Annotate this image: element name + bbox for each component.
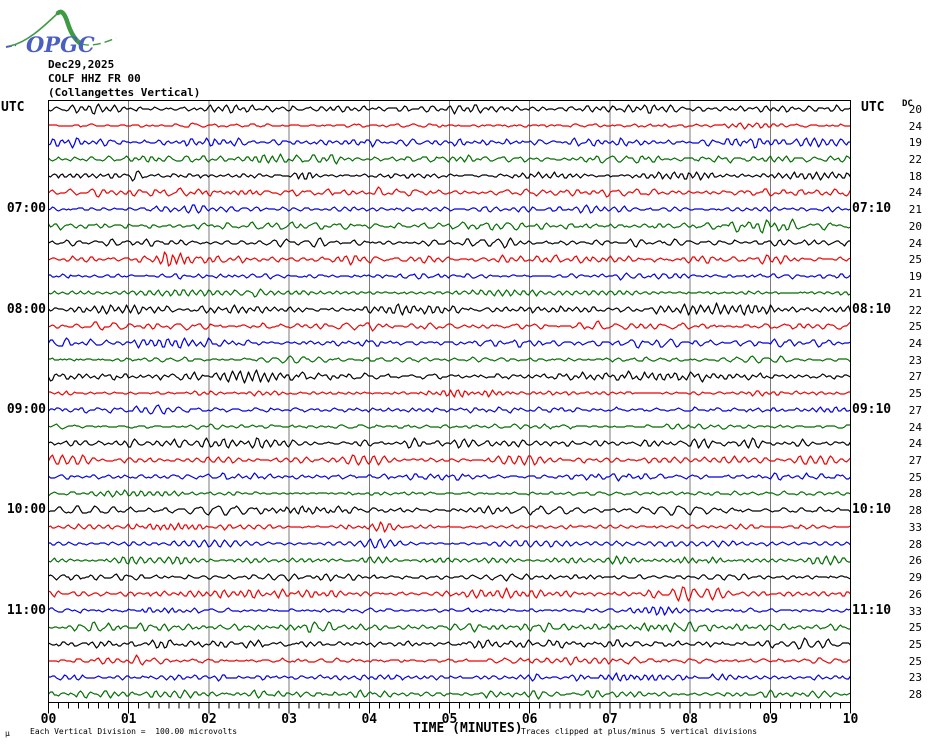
dc-value: 19	[908, 270, 922, 284]
dc-value: 28	[908, 487, 922, 501]
dc-value: 26	[908, 554, 922, 568]
dc-value: 24	[908, 437, 922, 451]
dc-value: 29	[908, 571, 922, 585]
hour-label-left: 11:00	[6, 602, 46, 618]
hour-label-left: 10:00	[6, 502, 46, 518]
dc-value: 23	[908, 671, 922, 685]
dc-value: 28	[908, 504, 922, 518]
dc-value: 26	[908, 587, 922, 601]
x-tick-label: 00	[40, 712, 57, 727]
dc-value: 28	[908, 537, 922, 551]
footer-scale-note: Each Vertical Division = 100.00 microvol…	[30, 727, 238, 736]
dc-value: 25	[908, 654, 922, 668]
dc-value: 22	[908, 303, 922, 317]
footer-mu-mark: µ	[5, 729, 10, 738]
dc-value: 33	[908, 604, 922, 618]
dc-value: 33	[908, 520, 922, 534]
dc-value: 25	[908, 621, 922, 635]
dc-value: 24	[908, 119, 922, 133]
dc-value: 25	[908, 253, 922, 267]
hour-label-left: 07:00	[6, 201, 46, 217]
hour-label-left: 09:00	[6, 401, 46, 417]
x-tick-label: 03	[281, 712, 297, 727]
dc-value: 27	[908, 454, 922, 468]
dc-value: 25	[908, 470, 922, 484]
x-tick-label: 09	[762, 712, 779, 727]
x-tick-label: 10	[842, 712, 859, 727]
dc-value: 27	[908, 403, 922, 417]
x-tick-label: 07	[602, 712, 618, 727]
dc-value: 28	[908, 688, 922, 702]
helicorder-plot	[47, 100, 852, 714]
x-tick-label: 02	[201, 712, 217, 727]
dc-value: 24	[908, 186, 922, 200]
dc-value: 20	[908, 219, 922, 233]
helicorder-page: OPGC Dec29,2025 COLF HHZ FR 00 (Collange…	[0, 0, 930, 744]
dc-value: 24	[908, 236, 922, 250]
x-tick-label: 01	[120, 712, 137, 727]
x-tick-label: 08	[682, 712, 698, 727]
dc-value: 21	[908, 203, 922, 217]
dc-value: 18	[908, 169, 922, 183]
dc-value: 25	[908, 637, 922, 651]
footer-clip-note: Traces clipped at plus/minus 5 vertical …	[521, 727, 758, 736]
dc-value: 21	[908, 286, 922, 300]
dc-value: 27	[908, 370, 922, 384]
dc-value: 20	[908, 102, 922, 116]
dc-value: 22	[908, 153, 922, 167]
dc-value: 23	[908, 353, 922, 367]
hour-label-left: 08:00	[6, 301, 46, 317]
dc-value: 19	[908, 136, 922, 150]
x-axis-title: TIME (MINUTES)	[413, 721, 523, 736]
dc-value: 25	[908, 387, 922, 401]
x-tick-label: 04	[361, 712, 378, 727]
dc-value: 24	[908, 420, 922, 434]
dc-value: 25	[908, 320, 922, 334]
dc-value: 24	[908, 336, 922, 350]
